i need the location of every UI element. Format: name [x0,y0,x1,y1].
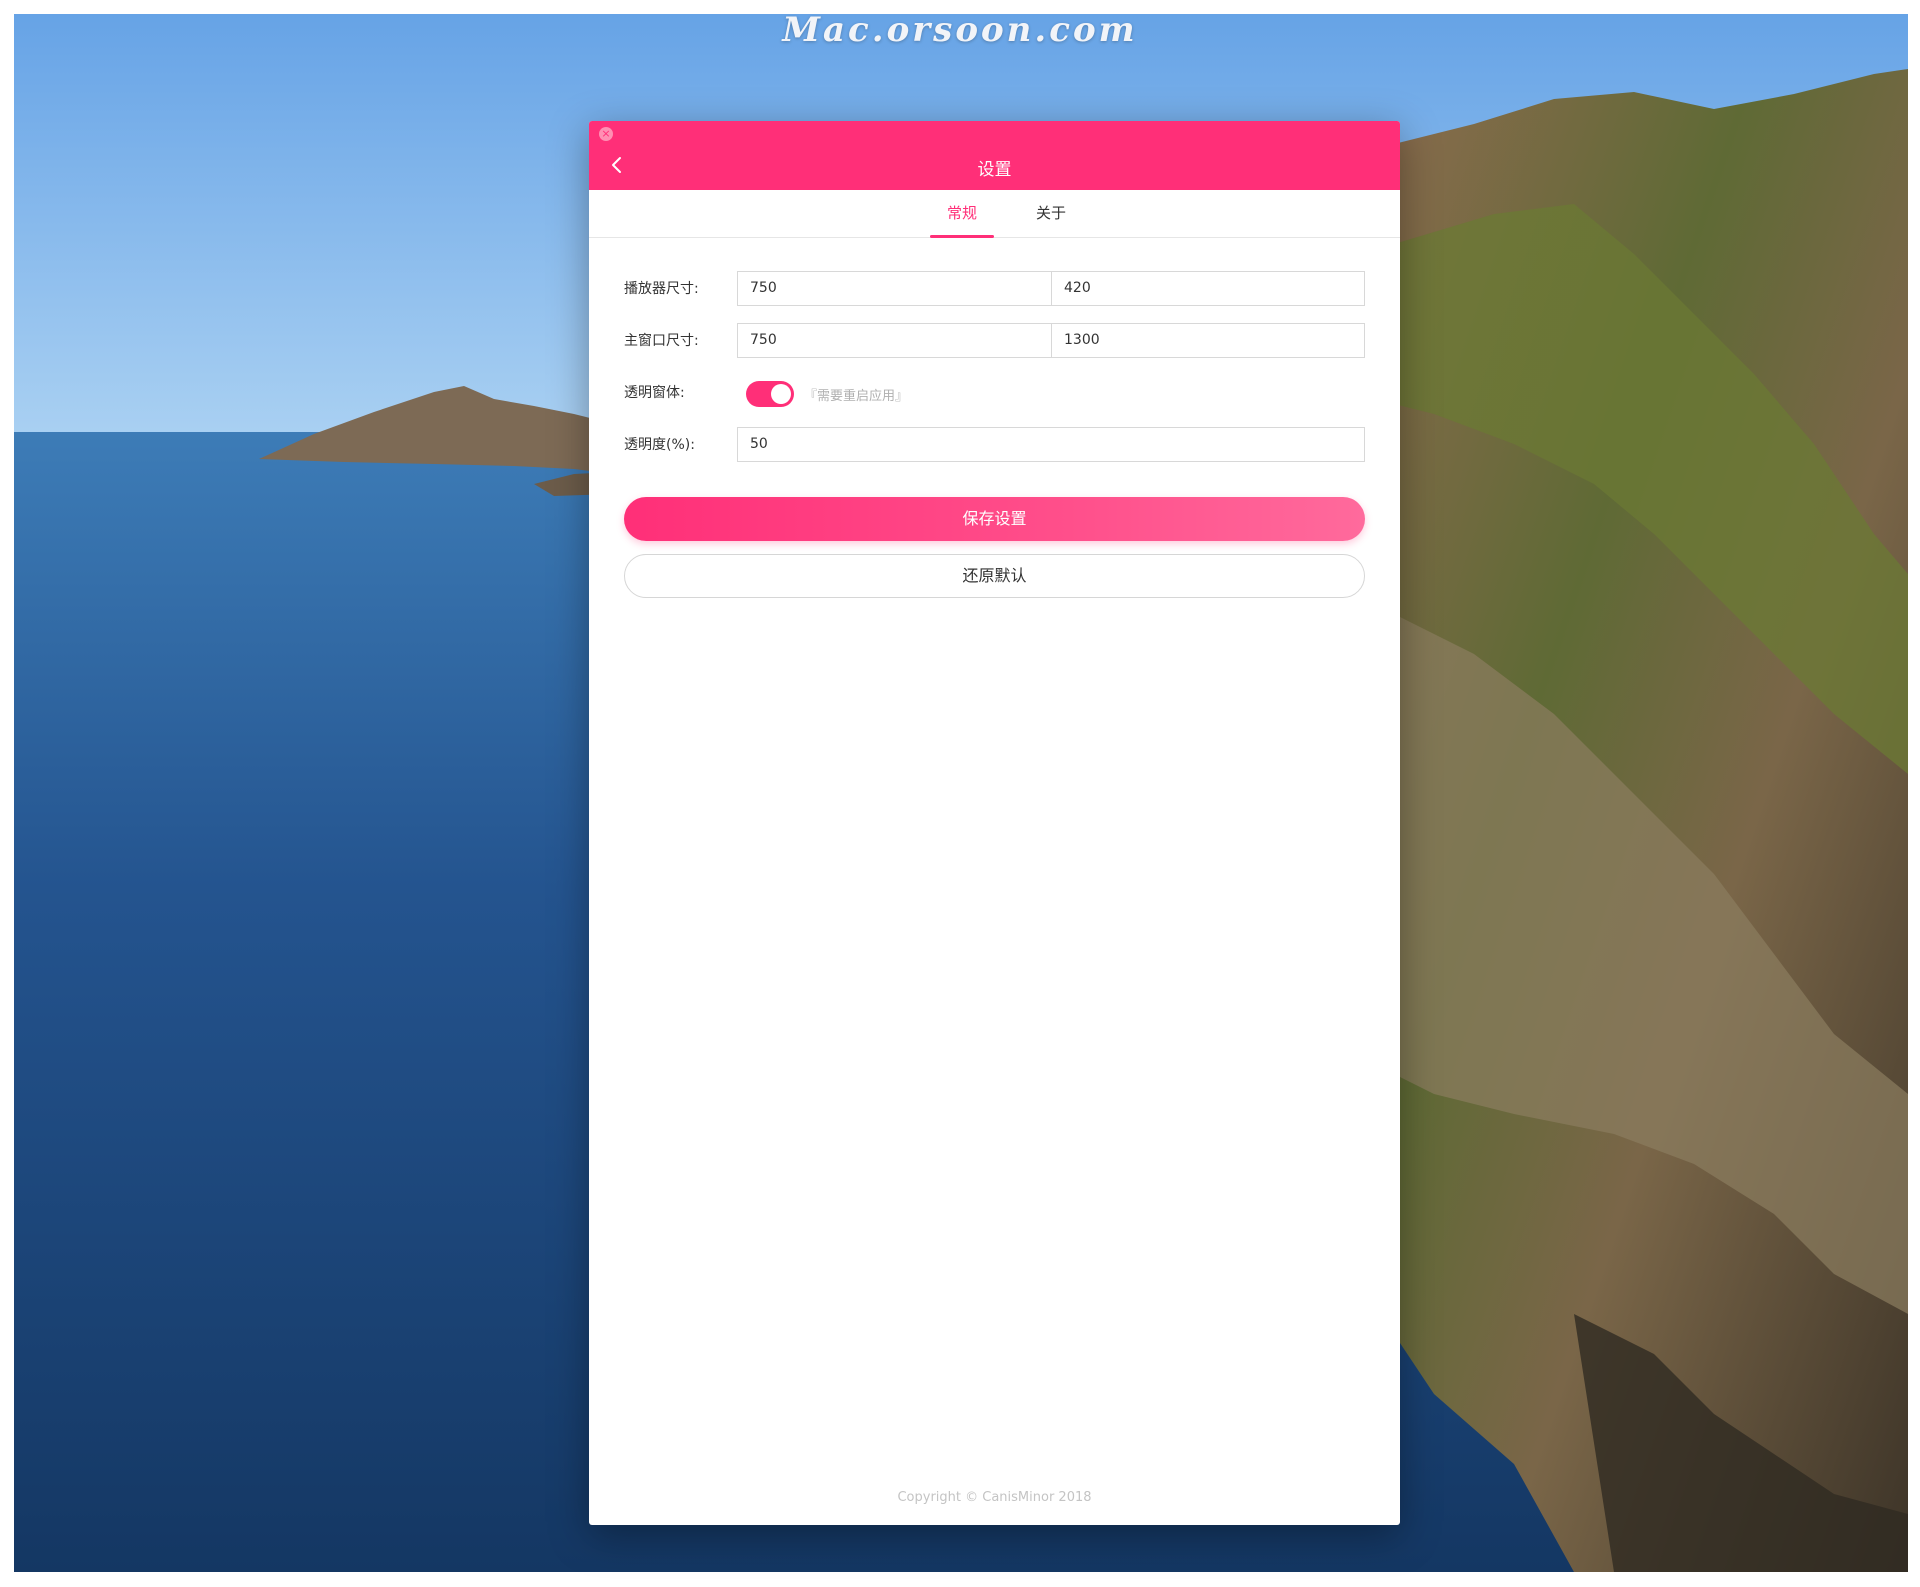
player-height-input[interactable]: 420 [1051,271,1365,306]
restore-defaults-button[interactable]: 还原默认 [624,554,1365,598]
transparent-window-row: 透明窗体: 『需要重启应用』 [624,375,1365,427]
opacity-row: 透明度(%): 50 [624,427,1365,479]
settings-form: 播放器尺寸: 750 420 主窗口尺寸: 750 1300 透明窗体: 『需要… [624,271,1365,479]
opacity-input[interactable]: 50 [737,427,1365,462]
settings-window: × 设置 常规 关于 播放器尺寸: 750 420 主窗口尺寸: 750 130… [589,121,1400,1525]
tab-general[interactable]: 常规 [930,190,994,238]
tab-about[interactable]: 关于 [1019,190,1083,238]
tab-bar: 常规 关于 [589,190,1400,238]
player-width-input[interactable]: 750 [737,271,1052,306]
copyright-text: Copyright © CanisMinor 2018 [897,1490,1092,1505]
player-size-row: 播放器尺寸: 750 420 [624,271,1365,323]
main-window-size-row: 主窗口尺寸: 750 1300 [624,323,1365,375]
close-icon[interactable]: × [599,127,613,141]
transparent-window-toggle[interactable] [746,381,794,407]
opacity-label: 透明度(%): [624,437,695,453]
main-window-width-input[interactable]: 750 [737,323,1052,358]
save-settings-button[interactable]: 保存设置 [624,497,1365,541]
window-title: 设置 [977,160,1012,180]
main-window-size-label: 主窗口尺寸: [624,333,699,349]
toggle-knob [771,384,791,404]
watermark-text: Mac.orsoon.com [782,10,1138,50]
player-size-label: 播放器尺寸: [624,281,699,297]
transparent-window-label: 透明窗体: [624,385,685,401]
title-bar: × 设置 [589,121,1400,190]
main-window-height-input[interactable]: 1300 [1051,323,1365,358]
restart-hint: 『需要重启应用』 [804,389,909,404]
